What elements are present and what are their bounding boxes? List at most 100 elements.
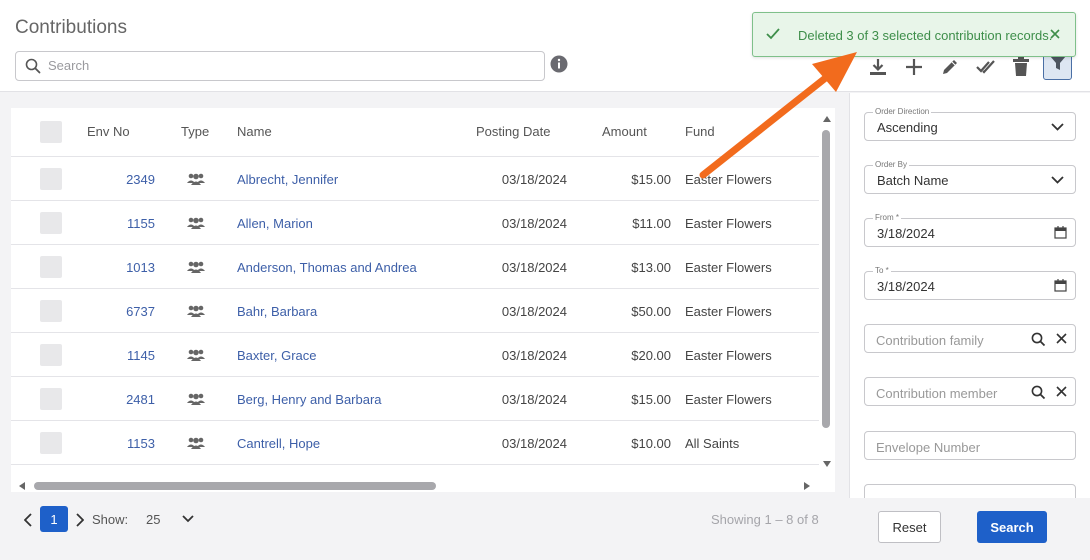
scroll-right-icon[interactable]	[804, 482, 810, 490]
family-icon	[187, 260, 205, 279]
table-row[interactable]: 1013 Anderson, Thomas and Andrea 03/18/202…	[11, 245, 819, 289]
env-no-link[interactable]: 1155	[101, 216, 155, 231]
fund-field[interactable]	[864, 484, 1076, 498]
table-row[interactable]: 2349 Albrecht, Jennifer 03/18/2024 $15.00 Ea…	[11, 157, 819, 201]
row-checkbox[interactable]	[40, 212, 62, 234]
plus-icon[interactable]	[902, 55, 926, 79]
contributions-grid: Env No Type Name Posting Date Amount Fun…	[11, 108, 835, 492]
fund: Easter Flowers	[685, 260, 772, 275]
clear-icon[interactable]	[1056, 386, 1067, 397]
search-button[interactable]: Search	[977, 511, 1047, 543]
row-checkbox[interactable]	[40, 168, 62, 190]
name-link[interactable]: Cantrell, Hope	[237, 436, 320, 451]
from-date-label: From *	[873, 213, 901, 222]
name-link[interactable]: Allen, Marion	[237, 216, 313, 231]
clear-icon[interactable]	[1056, 333, 1067, 344]
name-link[interactable]: Anderson, Thomas and Andrea	[237, 260, 417, 275]
env-no-link[interactable]: 1153	[101, 436, 155, 451]
trash-icon[interactable]	[1009, 55, 1033, 79]
fund: Easter Flowers	[685, 348, 772, 363]
calendar-icon[interactable]	[1054, 279, 1067, 292]
fund: Easter Flowers	[685, 304, 772, 319]
to-date-field[interactable]: To * 3/18/2024	[864, 266, 1076, 300]
order-direction-select[interactable]: Order Direction Ascending	[864, 107, 1076, 141]
order-by-select[interactable]: Order By Batch Name	[864, 160, 1076, 194]
fund: Easter Flowers	[685, 172, 772, 187]
family-icon	[187, 304, 205, 323]
name-link[interactable]: Baxter, Grace	[237, 348, 316, 363]
vertical-scroll-thumb[interactable]	[822, 130, 830, 428]
close-icon[interactable]	[1048, 27, 1062, 46]
amount: $11.00	[632, 216, 671, 231]
env-no-link[interactable]: 2349	[101, 172, 155, 187]
check-icon	[766, 27, 780, 46]
column-header-type[interactable]: Type	[181, 124, 209, 139]
page-title: Contributions	[15, 17, 127, 38]
contribution-member-field[interactable]: Contribution member	[864, 377, 1076, 406]
filter-panel-body: Order Direction Ascending Order By Batch…	[849, 93, 1090, 498]
column-header-fund[interactable]: Fund	[685, 124, 715, 139]
info-icon[interactable]	[550, 55, 568, 78]
envelope-number-field[interactable]: Envelope Number	[864, 431, 1076, 460]
reset-button[interactable]: Reset	[878, 511, 941, 543]
posting-date: 03/18/2024	[501, 436, 567, 451]
row-checkbox[interactable]	[40, 432, 62, 454]
double-check-icon[interactable]	[974, 55, 998, 79]
filter-icon	[1049, 54, 1067, 77]
column-header-name[interactable]: Name	[237, 124, 272, 139]
pencil-icon[interactable]	[938, 55, 962, 79]
column-header-amount[interactable]: Amount	[602, 124, 647, 139]
env-no-link[interactable]: 2481	[101, 392, 155, 407]
envelope-number-placeholder: Envelope Number	[876, 440, 981, 455]
amount: $15.00	[631, 172, 671, 187]
column-header-env-no[interactable]: Env No	[87, 124, 130, 139]
search-icon[interactable]	[1031, 332, 1046, 347]
chevron-left-icon[interactable]	[24, 513, 33, 527]
column-header-posting-date[interactable]: Posting Date	[476, 124, 550, 139]
row-checkbox[interactable]	[40, 388, 62, 410]
table-row[interactable]: 6737 Bahr, Barbara 03/18/2024 $50.00 Easter …	[11, 289, 819, 333]
table-row[interactable]: 1153 Cantrell, Hope 03/18/2024 $10.00 All Sa…	[11, 421, 819, 465]
posting-date: 03/18/2024	[501, 260, 567, 275]
env-no-link[interactable]: 6737	[101, 304, 155, 319]
chevron-right-icon[interactable]	[75, 513, 84, 527]
grid-header: Env No Type Name Posting Date Amount Fun…	[11, 108, 819, 157]
table-row[interactable]: 1155 Allen, Marion 03/18/2024 $11.00 Easter …	[11, 201, 819, 245]
env-no-link[interactable]: 1013	[101, 260, 155, 275]
table-row[interactable]: 2481 Berg, Henry and Barbara 03/18/2024 $15…	[11, 377, 819, 421]
family-icon	[187, 436, 205, 455]
family-icon	[187, 392, 205, 411]
download-icon[interactable]	[866, 55, 890, 79]
contribution-member-placeholder: Contribution member	[876, 386, 998, 401]
order-by-value: Batch Name	[877, 173, 949, 188]
chevron-down-icon[interactable]	[182, 515, 194, 523]
scroll-down-icon[interactable]	[823, 461, 831, 467]
amount: $50.00	[631, 304, 671, 319]
name-link[interactable]: Albrecht, Jennifer	[237, 172, 338, 187]
env-no-link[interactable]: 1145	[101, 348, 155, 363]
show-label: Show:	[92, 512, 129, 527]
search-icon[interactable]	[1031, 385, 1046, 400]
search-input[interactable]	[48, 58, 528, 73]
scroll-left-icon[interactable]	[19, 482, 25, 490]
search-field[interactable]	[15, 51, 545, 81]
contribution-family-field[interactable]: Contribution family	[864, 324, 1076, 353]
scroll-up-icon[interactable]	[823, 116, 831, 122]
amount: $13.00	[631, 260, 671, 275]
toast-message: Deleted 3 of 3 selected contribution rec…	[798, 28, 1053, 43]
table-row[interactable]: 1145 Baxter, Grace 03/18/2024 $20.00 Easter …	[11, 333, 819, 377]
row-checkbox[interactable]	[40, 344, 62, 366]
page-1-button[interactable]: 1	[40, 506, 68, 532]
calendar-icon[interactable]	[1054, 226, 1067, 239]
posting-date: 03/18/2024	[501, 304, 567, 319]
row-checkbox[interactable]	[40, 300, 62, 322]
select-all-checkbox[interactable]	[40, 121, 62, 143]
filter-panel: Order Direction Ascending Order By Batch…	[849, 93, 1090, 498]
name-link[interactable]: Berg, Henry and Barbara	[237, 392, 382, 407]
horizontal-scroll-thumb[interactable]	[34, 482, 436, 490]
fund: Easter Flowers	[685, 216, 772, 231]
name-link[interactable]: Bahr, Barbara	[237, 304, 317, 319]
row-checkbox[interactable]	[40, 256, 62, 278]
page-size-value[interactable]: 25	[146, 512, 160, 527]
from-date-field[interactable]: From * 3/18/2024	[864, 213, 1076, 247]
